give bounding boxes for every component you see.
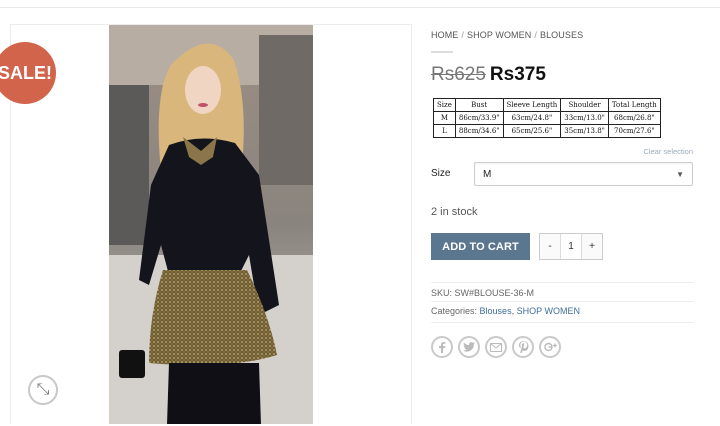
breadcrumb-home[interactable]: HOME — [431, 30, 458, 40]
category-link-shop-women[interactable]: SHOP WOMEN — [517, 306, 580, 316]
twitter-icon[interactable] — [458, 336, 480, 358]
product-image[interactable] — [109, 25, 313, 424]
size-chart-cell: 33cm/13.0" — [560, 111, 609, 125]
facebook-icon[interactable] — [431, 336, 453, 358]
email-icon[interactable] — [485, 336, 507, 358]
breadcrumb-shop-women[interactable]: SHOP WOMEN — [467, 30, 531, 40]
size-chart-header-cell: Total Length — [607, 98, 661, 112]
category-link-blouses[interactable]: Blouses — [480, 306, 512, 316]
title-divider — [431, 51, 453, 53]
sku-value: SW#BLOUSE-36-M — [454, 288, 535, 298]
size-label: Size — [431, 168, 451, 179]
size-chart-cell: 65cm/25.6" — [502, 124, 562, 138]
size-chart-header: Size Bust Sleeve Length Shoulder Total L… — [433, 98, 661, 112]
table-row: L 88cm/34.6" 65cm/25.6" 35cm/13.8" 70cm/… — [433, 124, 661, 138]
quantity-stepper: - 1 + — [539, 233, 603, 260]
meta-divider — [431, 282, 693, 283]
old-price: Rs625 — [431, 64, 486, 85]
categories-comma: , — [511, 306, 515, 316]
quantity-input[interactable]: 1 — [560, 234, 582, 259]
meta-divider — [431, 301, 693, 302]
size-chart-cell: 86cm/33.9" — [454, 111, 504, 125]
categories-line: Categories: Blouses, SHOP WOMEN — [431, 306, 580, 316]
chevron-down-icon: ▼ — [676, 169, 684, 179]
size-chart-header-cell: Shoulder — [560, 98, 609, 112]
size-chart-cell: 68cm/26.8" — [607, 111, 661, 125]
pinterest-icon[interactable] — [512, 336, 534, 358]
size-chart-cell: M — [433, 111, 456, 125]
size-select-value: M — [483, 168, 492, 180]
top-divider — [0, 0, 720, 8]
size-chart-cell: 88cm/34.6" — [454, 124, 504, 138]
sku-line: SKU: SW#BLOUSE-36-M — [431, 288, 534, 298]
sku-label: SKU: — [431, 288, 453, 298]
size-chart-cell: 63cm/24.8" — [502, 111, 562, 125]
stock-status: 2 in stock — [431, 206, 478, 218]
sale-price: Rs375 — [489, 64, 546, 85]
size-chart-header-cell: Sleeve Length — [502, 98, 562, 112]
quantity-minus-button[interactable]: - — [540, 234, 560, 259]
breadcrumb-separator: / — [534, 30, 537, 40]
share-icons — [431, 336, 561, 358]
size-chart-header-cell: Size — [433, 98, 456, 112]
table-row: M 86cm/33.9" 63cm/24.8" 33cm/13.0" 68cm/… — [433, 111, 661, 125]
size-chart-cell: 35cm/13.8" — [560, 124, 609, 138]
breadcrumb: HOME / SHOP WOMEN / BLOUSES — [431, 30, 583, 40]
size-chart-cell: L — [433, 124, 456, 138]
breadcrumb-blouses[interactable]: BLOUSES — [540, 30, 583, 40]
breadcrumb-separator: / — [461, 30, 465, 40]
size-chart-header-cell: Bust — [454, 98, 504, 112]
categories-label: Categories: — [431, 306, 478, 316]
add-to-cart-button[interactable]: ADD TO CART — [431, 233, 530, 260]
product-gallery: ⤡ — [10, 24, 412, 424]
meta-divider — [431, 322, 693, 323]
size-chart-table: Size Bust Sleeve Length Shoulder Total L… — [433, 98, 661, 138]
size-select[interactable]: M ▼ — [474, 162, 693, 186]
clear-selection-link[interactable]: Clear selection — [643, 147, 693, 156]
product-price: Rs625 Rs375 — [431, 64, 546, 86]
google-plus-icon[interactable] — [539, 336, 561, 358]
expand-arrows-icon[interactable]: ⤡ — [28, 375, 58, 405]
size-chart-cell: 70cm/27.6" — [607, 124, 661, 138]
quantity-plus-button[interactable]: + — [582, 234, 602, 259]
